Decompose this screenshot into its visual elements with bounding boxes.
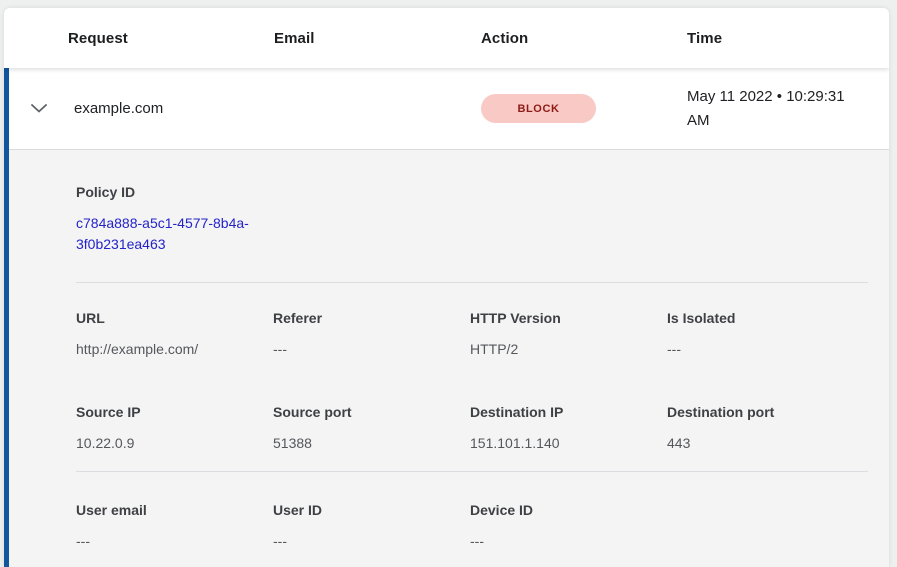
field-label: Source port [273, 405, 470, 420]
field-value: --- [76, 531, 273, 551]
field-destination-ip: Destination IP 151.101.1.140 [470, 405, 667, 453]
field-value: --- [667, 339, 864, 359]
column-header-request: Request [68, 30, 274, 47]
table-row[interactable]: example.com BLOCK May 11 2022 • 10:29:31… [9, 68, 889, 150]
field-value: 10.22.0.9 [76, 433, 273, 453]
field-value: --- [470, 531, 667, 551]
field-value: 51388 [273, 433, 470, 453]
chevron-down-icon [31, 104, 47, 113]
log-table-card: Request Email Action Time example.com BL… [4, 8, 889, 567]
field-value: 151.101.1.140 [470, 433, 667, 453]
column-header-email: Email [274, 30, 481, 47]
detail-field-row: User email --- User ID --- Device ID --- [76, 503, 868, 551]
field-label: User ID [273, 503, 470, 518]
field-value: HTTP/2 [470, 339, 667, 359]
table-header-row: Request Email Action Time [4, 8, 889, 68]
row-expand-toggle[interactable] [9, 68, 68, 149]
row-detail-panel: Policy ID c784a888-a5c1-4577-8b4a-3f0b23… [9, 150, 889, 567]
divider [76, 471, 868, 472]
field-referer: Referer --- [273, 311, 470, 359]
field-label: Device ID [470, 503, 667, 518]
field-label: Destination IP [470, 405, 667, 420]
field-label: Destination port [667, 405, 864, 420]
field-url: URL http://example.com/ [76, 311, 273, 359]
field-label: Source IP [76, 405, 273, 420]
request-cell: example.com [68, 100, 274, 117]
field-value: --- [273, 339, 470, 359]
field-label: Policy ID [76, 185, 868, 200]
detail-field-row: URL http://example.com/ Referer --- HTTP… [76, 311, 868, 359]
field-user-email: User email --- [76, 503, 273, 551]
field-label: URL [76, 311, 273, 326]
field-label: HTTP Version [470, 311, 667, 326]
field-user-id: User ID --- [273, 503, 470, 551]
field-source-port: Source port 51388 [273, 405, 470, 453]
field-value: http://example.com/ [76, 339, 273, 359]
field-label: Referer [273, 311, 470, 326]
action-block-badge: BLOCK [481, 94, 596, 123]
detail-field-row: Source IP 10.22.0.9 Source port 51388 De… [76, 405, 868, 453]
field-is-isolated: Is Isolated --- [667, 311, 864, 359]
column-header-action: Action [481, 30, 687, 47]
field-destination-port: Destination port 443 [667, 405, 864, 453]
column-header-time: Time [687, 30, 889, 47]
policy-id-link[interactable]: c784a888-a5c1-4577-8b4a-3f0b231ea463 [76, 213, 276, 255]
time-cell: May 11 2022 • 10:29:31 AM [687, 85, 889, 133]
field-label: Is Isolated [667, 311, 864, 326]
field-policy-id: Policy ID c784a888-a5c1-4577-8b4a-3f0b23… [76, 185, 868, 255]
field-source-ip: Source IP 10.22.0.9 [76, 405, 273, 453]
expanded-row-group: example.com BLOCK May 11 2022 • 10:29:31… [4, 68, 889, 567]
field-http-version: HTTP Version HTTP/2 [470, 311, 667, 359]
divider [76, 282, 868, 283]
field-device-id: Device ID --- [470, 503, 667, 551]
field-label: User email [76, 503, 273, 518]
action-cell: BLOCK [481, 94, 687, 123]
field-value: --- [273, 531, 470, 551]
field-value: 443 [667, 433, 864, 453]
